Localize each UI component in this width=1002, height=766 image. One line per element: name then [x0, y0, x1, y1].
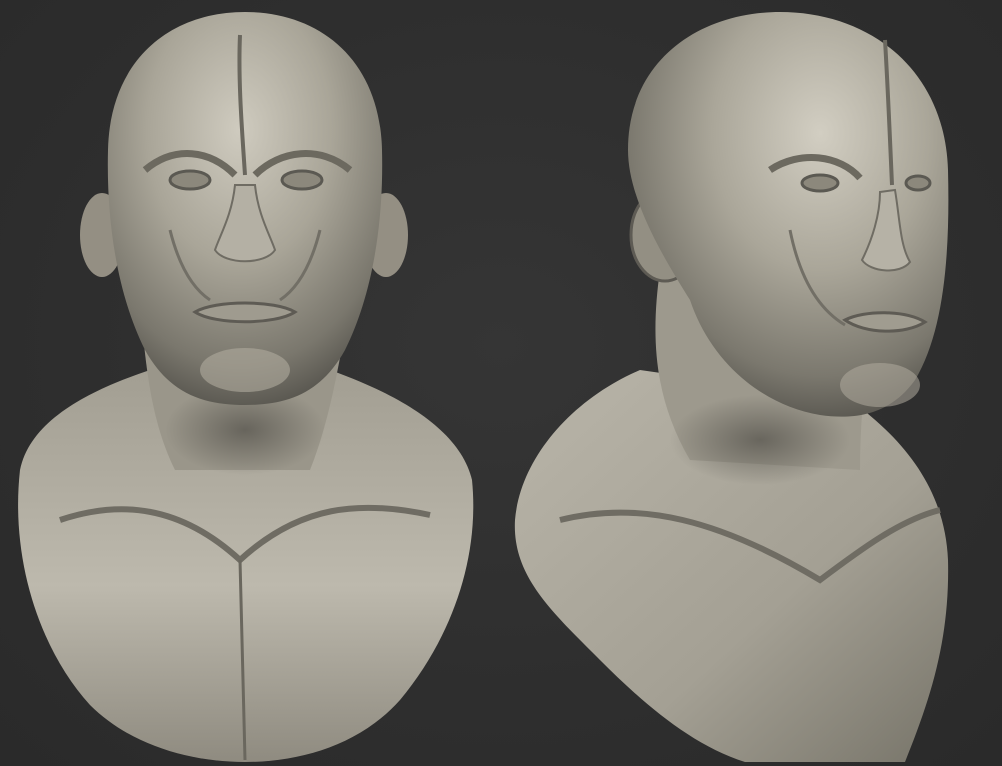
three-quarter-bust — [514, 12, 949, 762]
front-left-eye — [168, 169, 212, 191]
render-canvas — [18, 12, 949, 762]
viewport-canvas — [0, 0, 1002, 766]
front-bust — [18, 12, 474, 762]
front-mouth — [192, 301, 298, 324]
side-eye — [800, 173, 840, 193]
front-right-eye — [280, 169, 324, 191]
